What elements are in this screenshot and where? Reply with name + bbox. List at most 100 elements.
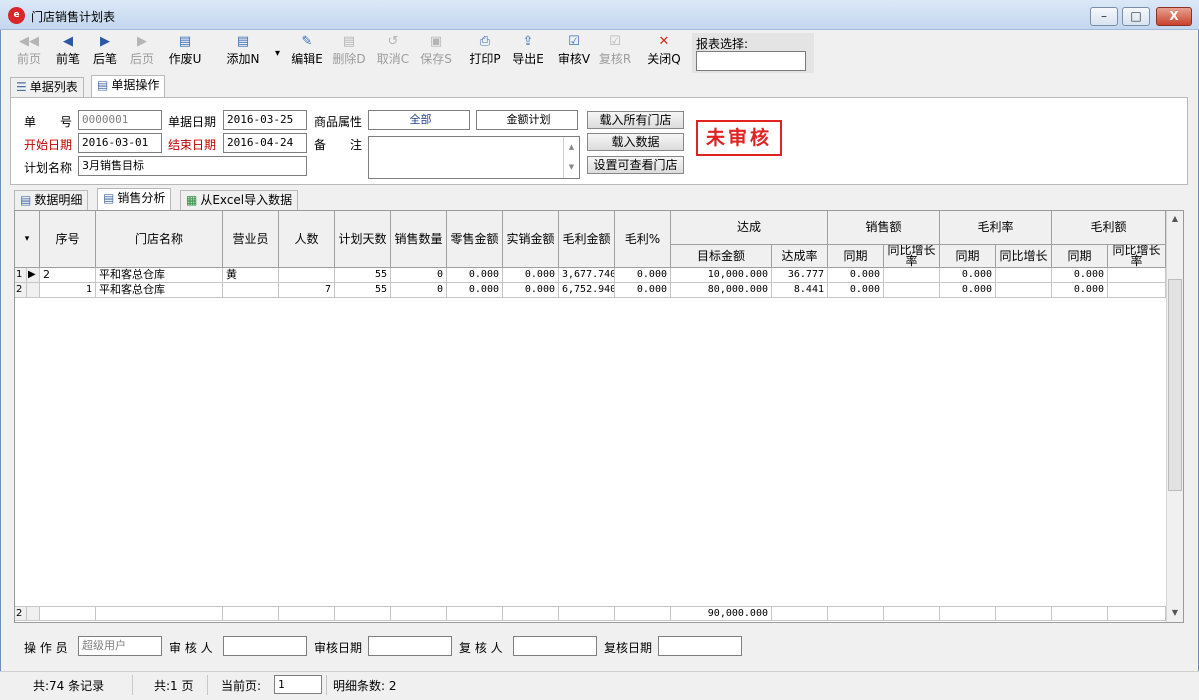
cell-gpr-prior[interactable]: 0.000 bbox=[940, 283, 996, 298]
col-header-seq[interactable]: 序号 bbox=[40, 211, 96, 268]
sales-analysis-grid[interactable]: ▾ 序号 门店名称 营业员 人数 计划天数 销售数量 零售金额 实销金额 毛利金额 毛利% 达成 目标金… bbox=[14, 210, 1184, 623]
start-date-field[interactable]: 2016-03-01 bbox=[78, 133, 162, 153]
cell-sales-yoy[interactable] bbox=[884, 283, 940, 298]
doc-no-field[interactable]: 0000001 bbox=[78, 110, 162, 130]
cell-retail-amt[interactable]: 0.000 bbox=[447, 283, 503, 298]
col-header-store[interactable]: 门店名称 bbox=[96, 211, 223, 268]
report-select-input[interactable] bbox=[696, 51, 806, 71]
print-button[interactable]: ⎙ 打印P bbox=[466, 33, 504, 73]
col-header-target-amt[interactable]: 目标金额 bbox=[671, 245, 772, 268]
col-header-gpr-yoy[interactable]: 同比增长 bbox=[996, 245, 1052, 268]
delete-button[interactable]: ▤ 删除D bbox=[330, 33, 368, 73]
cell-gp-amt[interactable]: 6,752.940 bbox=[559, 283, 615, 298]
audit-button[interactable]: ☑ 审核V bbox=[555, 33, 593, 73]
cell-sales-yoy[interactable] bbox=[884, 268, 940, 283]
cell-sales-prior[interactable]: 0.000 bbox=[828, 268, 884, 283]
col-header-gp-pct[interactable]: 毛利% bbox=[615, 211, 671, 268]
tab-sales-analysis[interactable]: ▤ 销售分析 bbox=[97, 188, 172, 210]
col-header-sales-qty[interactable]: 销售数量 bbox=[391, 211, 447, 268]
product-attr-select[interactable]: 全部 bbox=[368, 110, 470, 130]
cell-achieve-rate[interactable]: 8.441 bbox=[772, 283, 828, 298]
cell-marker[interactable] bbox=[27, 283, 40, 298]
cell-gpt-yoy[interactable] bbox=[1108, 268, 1166, 283]
col-header-gpr-prior[interactable]: 同期 bbox=[940, 245, 996, 268]
col-header-clerk[interactable]: 营业员 bbox=[223, 211, 279, 268]
operator-field[interactable]: 超级用户 bbox=[78, 636, 162, 656]
note-scroll-arrows-icon[interactable]: ▲ ▼ bbox=[563, 137, 579, 178]
cell-people[interactable]: 7 bbox=[279, 283, 335, 298]
cell-gp-pct[interactable]: 0.000 bbox=[615, 268, 671, 283]
cell-rownum[interactable]: 1 bbox=[15, 268, 27, 283]
set-visible-stores-button[interactable]: 设置可查看门店 bbox=[587, 156, 684, 174]
edit-button[interactable]: ✎ 编辑E bbox=[288, 33, 326, 73]
cell-target-amt[interactable]: 10,000.000 bbox=[671, 268, 772, 283]
cell-clerk[interactable]: 黄 bbox=[223, 268, 279, 283]
grid-corner-dropdown-icon[interactable]: ▾ bbox=[15, 211, 40, 268]
doc-date-field[interactable]: 2016-03-25 bbox=[223, 110, 307, 130]
cell-plan-days[interactable]: 55 bbox=[335, 283, 391, 298]
cell-people[interactable] bbox=[279, 268, 335, 283]
reaudit-button[interactable]: ☑ 复核R bbox=[596, 33, 634, 73]
cell-store[interactable]: 平和客总仓库 bbox=[96, 283, 223, 298]
current-page-input[interactable]: 1 bbox=[274, 675, 322, 694]
cell-clerk[interactable] bbox=[223, 283, 279, 298]
reviewer-field[interactable] bbox=[513, 636, 597, 656]
cell-actual-amt[interactable]: 0.000 bbox=[503, 283, 559, 298]
col-header-gpt-yoy[interactable]: 同比增长率 bbox=[1108, 245, 1166, 268]
closewin-button[interactable]: ✕ 关闭Q bbox=[645, 33, 683, 73]
cell-sales-prior[interactable]: 0.000 bbox=[828, 283, 884, 298]
scroll-up-icon[interactable]: ▲ bbox=[1167, 211, 1183, 227]
cell-gpt-prior[interactable]: 0.000 bbox=[1052, 283, 1108, 298]
col-header-people[interactable]: 人数 bbox=[279, 211, 335, 268]
col-group-gp-rate[interactable]: 毛利率 bbox=[940, 211, 1052, 245]
close-window-button[interactable]: X bbox=[1156, 7, 1192, 26]
cell-sales-qty[interactable]: 0 bbox=[391, 283, 447, 298]
scroll-down-icon[interactable]: ▼ bbox=[1167, 605, 1183, 621]
cell-gpt-yoy[interactable] bbox=[1108, 283, 1166, 298]
auditor-field[interactable] bbox=[223, 636, 307, 656]
cell-achieve-rate[interactable]: 36.777 bbox=[772, 268, 828, 283]
last-button[interactable]: ▶ 后页 bbox=[123, 33, 161, 73]
save-button[interactable]: ▣ 保存S bbox=[417, 33, 455, 73]
tab-document-list[interactable]: ☰ 单据列表 bbox=[10, 77, 84, 97]
col-header-gpt-prior[interactable]: 同期 bbox=[1052, 245, 1108, 268]
export-button[interactable]: ⇪ 导出E bbox=[509, 33, 547, 73]
col-header-plan-days[interactable]: 计划天数 bbox=[335, 211, 391, 268]
review-date-field[interactable] bbox=[658, 636, 742, 656]
col-header-sales-yoy[interactable]: 同比增长率 bbox=[884, 245, 940, 268]
cell-target-amt[interactable]: 80,000.000 bbox=[671, 283, 772, 298]
cell-marker[interactable]: ▶ bbox=[27, 268, 40, 283]
col-group-achieve[interactable]: 达成 bbox=[671, 211, 828, 245]
next-button[interactable]: ▶ 后笔 bbox=[86, 33, 124, 73]
vertical-scrollbar[interactable]: ▲ ▼ bbox=[1166, 211, 1183, 622]
prev-button[interactable]: ◀ 前笔 bbox=[49, 33, 87, 73]
cell-rownum[interactable]: 2 bbox=[15, 283, 27, 298]
tab-document-operation[interactable]: ▤ 单据操作 bbox=[91, 75, 166, 97]
tab-data-detail[interactable]: ▤ 数据明细 bbox=[14, 190, 89, 210]
col-group-sales[interactable]: 销售额 bbox=[828, 211, 940, 245]
col-header-sales-prior[interactable]: 同期 bbox=[828, 245, 884, 268]
cell-retail-amt[interactable]: 0.000 bbox=[447, 268, 503, 283]
col-header-achieve-rate[interactable]: 达成率 bbox=[772, 245, 828, 268]
cell-plan-days[interactable]: 55 bbox=[335, 268, 391, 283]
cell-actual-amt[interactable]: 0.000 bbox=[503, 268, 559, 283]
plan-name-field[interactable]: 3月销售目标 bbox=[78, 156, 307, 176]
col-header-gp-amt[interactable]: 毛利金额 bbox=[559, 211, 615, 268]
first-button[interactable]: ◀◀ 前页 bbox=[10, 33, 48, 73]
cell-gpr-yoy[interactable] bbox=[996, 283, 1052, 298]
scroll-thumb[interactable] bbox=[1168, 279, 1182, 491]
col-header-actual-amt[interactable]: 实销金额 bbox=[503, 211, 559, 268]
col-header-retail-amt[interactable]: 零售金额 bbox=[447, 211, 503, 268]
cell-sales-qty[interactable]: 0 bbox=[391, 268, 447, 283]
cell-gpt-prior[interactable]: 0.000 bbox=[1052, 268, 1108, 283]
cell-store[interactable]: 平和客总仓库 bbox=[96, 268, 223, 283]
minimize-button[interactable]: – bbox=[1090, 7, 1118, 26]
cell-gpr-prior[interactable]: 0.000 bbox=[940, 268, 996, 283]
cancel-button[interactable]: ↺ 取消C bbox=[374, 33, 412, 73]
load-all-stores-button[interactable]: 载入所有门店 bbox=[587, 111, 684, 129]
audit-date-field[interactable] bbox=[368, 636, 452, 656]
add-button[interactable]: ▤ 添加N bbox=[224, 33, 262, 73]
col-group-gp-total[interactable]: 毛利额 bbox=[1052, 211, 1166, 245]
plan-type-select[interactable]: 金额计划 bbox=[476, 110, 578, 130]
load-data-button[interactable]: 载入数据 bbox=[587, 133, 684, 151]
